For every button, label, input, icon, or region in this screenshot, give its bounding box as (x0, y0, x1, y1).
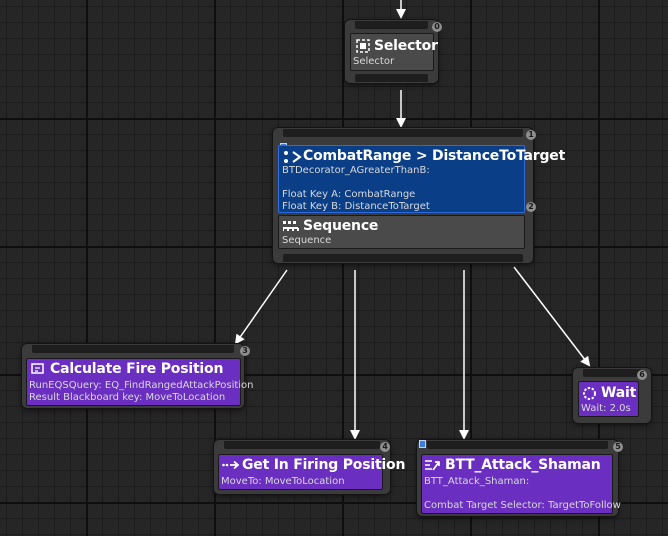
task-move-to: MoveTo: MoveToLocation (221, 476, 345, 487)
wait-task[interactable]: Wait Wait: 2.0s (578, 381, 639, 417)
selector-composite[interactable]: Selector Selector (350, 33, 438, 71)
calculate-fire-position-task[interactable]: Calculate Fire Position RunEQSQuery: EQ_… (26, 358, 254, 406)
task-eqs-query: RunEQSQuery: EQ_FindRangedAttackPosition (29, 380, 254, 391)
decorator-compare-icon (284, 151, 302, 163)
execution-order-badge: 3 (240, 346, 250, 356)
wait-node[interactable]: 6 Wait Wait: 2.0s (573, 368, 651, 423)
execution-order-badge: 5 (613, 442, 623, 452)
output-pin[interactable] (355, 74, 428, 82)
node-title: Selector (374, 38, 438, 54)
sequence-subtitle: Sequence (282, 235, 332, 246)
wire-sequence-to-wait (513, 266, 591, 367)
execution-order-badge: 0 (432, 22, 442, 32)
task-title: Get In Firing Position (242, 457, 406, 473)
decorator-order-badge: 1 (526, 130, 536, 140)
input-pin[interactable] (427, 441, 608, 449)
input-pin[interactable] (583, 369, 641, 377)
task-result-key: Result Blackboard key: MoveToLocation (29, 392, 226, 403)
eqs-query-icon (31, 363, 44, 374)
selector-icon (356, 39, 370, 53)
combat-range-decorator[interactable]: CombatRange > DistanceToTarget BTDecorat… (278, 145, 565, 213)
task-title: Calculate Fire Position (50, 361, 224, 377)
calculate-fire-position-node[interactable]: 3 Calculate Fire Position RunEQSQuery: E… (22, 344, 254, 408)
breakpoint-marker[interactable] (419, 440, 426, 448)
attack-shaman-task[interactable]: BTT_Attack_Shaman BTT_Attack_Shaman: Com… (421, 454, 621, 514)
task-wait-duration: Wait: 2.0s (581, 403, 631, 414)
decorator-float-key-a: Float Key A: CombatRange (282, 189, 416, 200)
decorator-float-key-b: Float Key B: DistanceToTarget (282, 201, 430, 212)
selector-node[interactable]: 0 Selector Selector (345, 20, 442, 83)
input-pin[interactable] (283, 129, 523, 137)
sequence-composite[interactable]: Sequence Sequence (278, 215, 525, 249)
get-in-firing-position-node[interactable]: 4 Get In Firing Position MoveTo: MoveToL… (214, 440, 405, 494)
blueprint-task-icon (425, 460, 440, 471)
wait-icon (583, 387, 596, 400)
output-pin[interactable] (283, 254, 523, 262)
sequence-title: Sequence (303, 218, 379, 234)
sequence-order-badge: 2 (526, 202, 536, 212)
attack-shaman-node[interactable]: 5 BTT_Attack_Shaman BTT_Attack_Shaman: C… (417, 440, 623, 516)
task-title: Wait (601, 385, 637, 401)
move-to-icon (222, 460, 240, 470)
sequence-node[interactable]: 1 2 CombatRange > DistanceToTarget BTDec… (273, 128, 565, 263)
input-pin[interactable] (32, 345, 234, 353)
sequence-icon (283, 221, 299, 231)
execution-order-badge: 4 (380, 442, 390, 452)
move-to-task[interactable]: Get In Firing Position MoveTo: MoveToLoc… (218, 454, 405, 490)
input-pin[interactable] (224, 441, 380, 449)
node-subtitle: Selector (353, 56, 395, 67)
task-title: BTT_Attack_Shaman (445, 457, 601, 473)
input-pin[interactable] (355, 21, 428, 29)
task-class-label: BTT_Attack_Shaman: (424, 476, 530, 487)
decorator-class-label: BTDecorator_AGreaterThanB: (282, 165, 430, 176)
wire-sequence-to-calc-fire (234, 269, 288, 345)
execution-order-badge: 6 (637, 370, 647, 380)
decorator-title: CombatRange > DistanceToTarget (303, 148, 566, 164)
task-combat-target-selector: Combat Target Selector: TargetToFollow (424, 500, 621, 511)
